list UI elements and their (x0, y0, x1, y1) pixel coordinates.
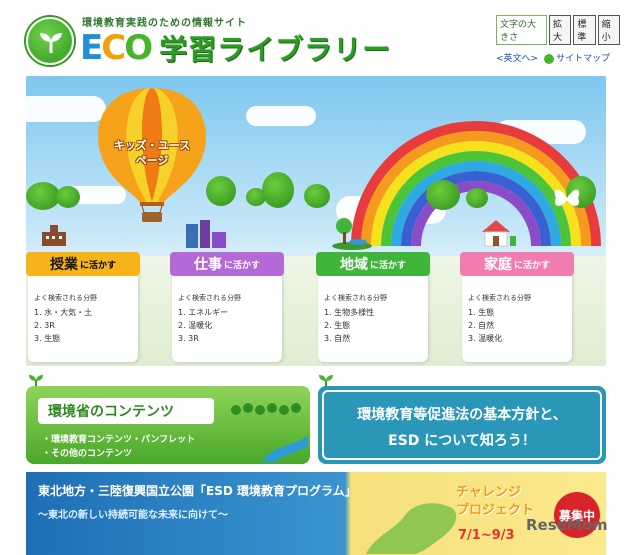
eco-wordmark: ECO (80, 28, 153, 68)
category-card-home[interactable]: 家庭 に活かす よく検索される分野 1. 生態 2. 自然 3. 温暖化 (460, 252, 574, 362)
sitemap-icon (544, 53, 555, 64)
header-links: <英文へ> サイトマップ (496, 51, 620, 64)
esd-banner-line1: 環境教育等促進法の基本方針と、 (357, 407, 567, 423)
tree-icon (262, 172, 294, 208)
category-popular-list: よく検索される分野 1. エネルギー 2. 温暖化 3. 3R (178, 294, 241, 345)
list-item[interactable]: 3. 3R (178, 332, 241, 345)
butterfly-icon (554, 189, 580, 206)
resemom-watermark: ReseMom (526, 516, 608, 534)
category-tab-region[interactable]: 地域 に活かす (316, 252, 430, 276)
list-item[interactable]: ・その他のコンテンツ (42, 446, 132, 459)
category-card-work[interactable]: 仕事 に活かす よく検索される分野 1. エネルギー 2. 温暖化 3. 3R (170, 252, 284, 362)
english-link[interactable]: <英文へ> (496, 51, 538, 64)
list-item[interactable]: 1. 水・大気・土 (34, 306, 97, 319)
house-icon (482, 220, 516, 247)
sprout-logo-icon[interactable] (26, 17, 74, 65)
program-title: 東北地方・三陸復興国立公園「ESD 環境教育プログラム」 (38, 484, 357, 498)
kids-youth-page-link[interactable]: キッズ・ユース ページ (100, 138, 204, 168)
list-item[interactable]: 3. 自然 (324, 332, 387, 345)
category-tab-work[interactable]: 仕事 に活かす (170, 252, 284, 276)
list-item[interactable]: 1. 生態 (468, 306, 531, 319)
challenge-project-label: チャレンジ プロジェクト (456, 485, 535, 518)
tree-icon (304, 184, 330, 208)
tree-icon (56, 186, 80, 208)
tree-icon (466, 188, 488, 208)
sitemap-link[interactable]: サイトマップ (544, 51, 610, 64)
site-logo[interactable]: ECO 学習ライブラリー (80, 28, 391, 68)
school-icon (42, 225, 66, 246)
recruitment-period: 7/1~9/3 (458, 528, 515, 543)
utility-nav: 文字の大きさ 拡大 標準 縮小 <英文へ> サイトマップ (496, 15, 621, 64)
program-subtitle: ～東北の新しい持続可能な未来に向けて～ (38, 510, 228, 521)
category-popular-list: よく検索される分野 1. 生態 2. 自然 3. 温暖化 (468, 294, 531, 345)
logo-title-text: 学習ライブラリー (159, 33, 392, 66)
list-item[interactable]: 2. 温暖化 (178, 319, 241, 332)
font-size-large-button[interactable]: 拡大 (548, 15, 572, 45)
list-item[interactable]: 2. 自然 (468, 319, 531, 332)
category-tab-home[interactable]: 家庭 に活かす (460, 252, 574, 276)
list-item[interactable]: 2. 3R (34, 319, 97, 332)
river-trees-illustration (231, 403, 308, 462)
list-item[interactable]: 1. 生物多様性 (324, 306, 387, 319)
office-building-icon (186, 220, 226, 248)
list-item[interactable]: ・環境教育コンテンツ・パンフレット (42, 432, 195, 445)
font-size-small-button[interactable]: 縮小 (597, 15, 621, 45)
tohoku-esd-program-banner[interactable]: 東北地方・三陸復興国立公園「ESD 環境教育プログラム」 ～東北の新しい持続可能… (26, 472, 606, 555)
community-park-icon (332, 218, 372, 250)
font-size-controls: 文字の大きさ 拡大 標準 縮小 (496, 15, 621, 45)
category-card-region[interactable]: 地域 に活かす よく検索される分野 1. 生物多様性 2. 生態 3. 自然 (316, 252, 430, 362)
category-card-lesson[interactable]: 授業 に活かす よく検索される分野 1. 水・大気・土 2. 3R 3. 生態 (26, 252, 140, 362)
cloud (246, 106, 316, 126)
category-popular-list: よく検索される分野 1. 水・大気・土 2. 3R 3. 生態 (34, 294, 97, 345)
tree-icon (426, 180, 460, 210)
site-tagline: 環境教育実践のための情報サイト (82, 18, 247, 29)
category-tab-lesson[interactable]: 授業 に活かす (26, 252, 140, 276)
site-header: 環境教育実践のための情報サイト ECO 学習ライブラリー 文字の大きさ 拡大 標… (0, 0, 640, 72)
map-illustration (366, 503, 457, 554)
ministry-contents-banner[interactable]: 環境省のコンテンツ ・環境教育コンテンツ・パンフレット ・その他のコンテンツ (26, 386, 310, 464)
rainbow-illustration (351, 121, 601, 246)
esd-policy-banner[interactable]: 環境教育等促進法の基本方針と、 ESD について知ろう！ (318, 386, 606, 464)
esd-banner-line2: ESD について知ろう！ (388, 433, 536, 449)
ministry-contents-title: 環境省のコンテンツ (38, 398, 214, 424)
category-popular-list: よく検索される分野 1. 生物多様性 2. 生態 3. 自然 (324, 294, 387, 345)
list-item[interactable]: 1. エネルギー (178, 306, 241, 319)
list-item[interactable]: 2. 生態 (324, 319, 387, 332)
list-item[interactable]: 3. 生態 (34, 332, 97, 345)
font-size-normal-button[interactable]: 標準 (573, 15, 596, 45)
list-item[interactable]: 3. 温暖化 (468, 332, 531, 345)
font-size-label: 文字の大きさ (496, 15, 547, 45)
tree-icon (26, 182, 60, 210)
